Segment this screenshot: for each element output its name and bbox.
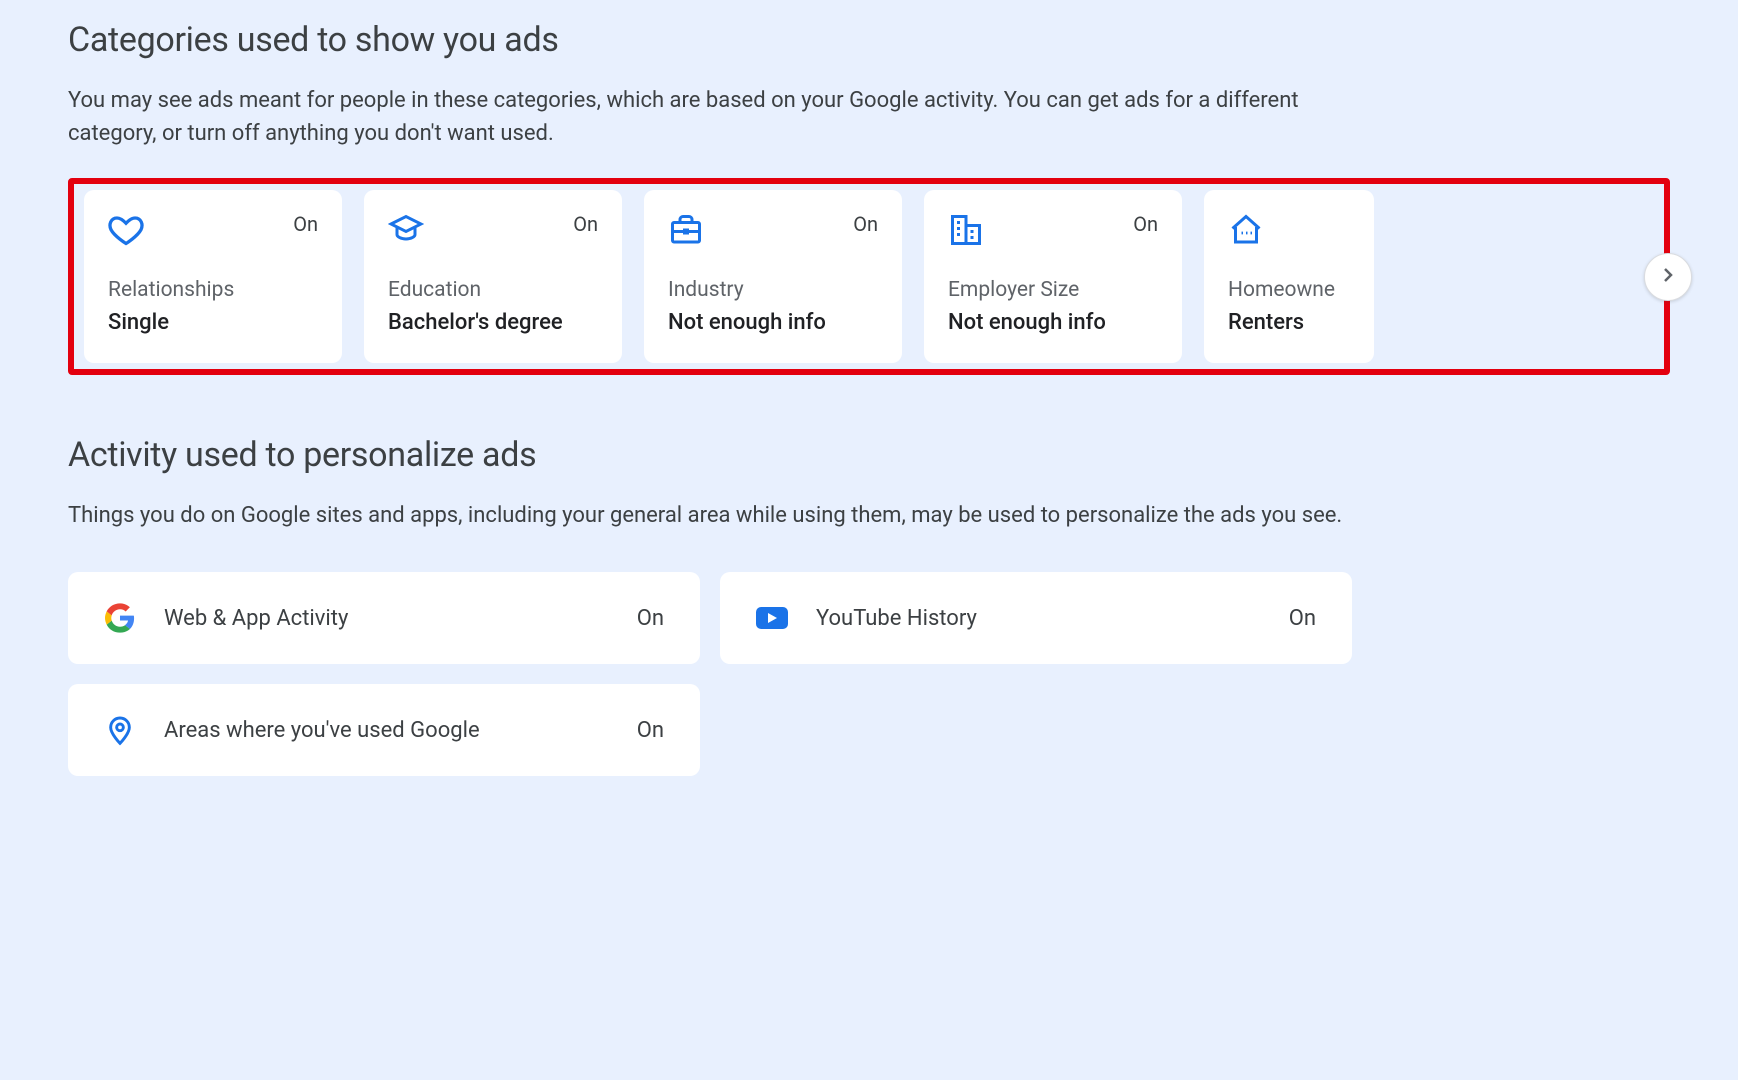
categories-section: Categories used to show you ads You may … [68, 20, 1670, 375]
card-category-label: Relationships [108, 278, 318, 302]
category-card-industry[interactable]: On Industry Not enough info [644, 190, 902, 363]
activity-card-areas[interactable]: Areas where you've used Google On [68, 684, 700, 776]
activity-label: YouTube History [816, 606, 1289, 631]
activity-card-youtube[interactable]: YouTube History On [720, 572, 1352, 664]
categories-highlight-box: On Relationships Single On Education Bac… [68, 178, 1670, 375]
activity-status: On [1289, 606, 1316, 631]
status-label: On [1133, 212, 1158, 236]
card-category-value: Renters [1228, 310, 1350, 335]
category-card-education[interactable]: On Education Bachelor's degree [364, 190, 622, 363]
card-category-label: Employer Size [948, 278, 1158, 302]
category-card-relationships[interactable]: On Relationships Single [84, 190, 342, 363]
card-category-value: Not enough info [668, 310, 878, 335]
activity-label: Web & App Activity [164, 606, 637, 631]
categories-description: You may see ads meant for people in thes… [68, 84, 1348, 150]
buildings-icon [948, 212, 984, 248]
house-icon [1228, 212, 1264, 248]
category-card-employer-size[interactable]: On Employer Size Not enough info [924, 190, 1182, 363]
card-top: On [388, 212, 598, 248]
status-label: On [293, 212, 318, 236]
briefcase-icon [668, 212, 704, 248]
card-category-value: Bachelor's degree [388, 310, 598, 335]
card-category-label: Education [388, 278, 598, 302]
card-category-label: Homeowne [1228, 278, 1350, 302]
activity-grid: Web & App Activity On YouTube History On… [68, 572, 1670, 776]
activity-section: Activity used to personalize ads Things … [68, 435, 1670, 776]
activity-description: Things you do on Google sites and apps, … [68, 499, 1348, 532]
status-label: On [853, 212, 878, 236]
categories-title: Categories used to show you ads [68, 20, 1670, 60]
card-top [1228, 212, 1350, 248]
activity-status: On [637, 606, 664, 631]
youtube-icon [756, 602, 788, 634]
scroll-right-button[interactable] [1644, 253, 1692, 301]
card-category-value: Single [108, 310, 318, 335]
card-top: On [108, 212, 318, 248]
status-label: On [573, 212, 598, 236]
categories-cards-row: On Relationships Single On Education Bac… [84, 190, 1664, 363]
card-top: On [948, 212, 1158, 248]
chevron-right-icon [1656, 263, 1680, 290]
category-card-homeownership[interactable]: Homeowne Renters [1204, 190, 1374, 363]
activity-status: On [637, 718, 664, 743]
google-icon [104, 602, 136, 634]
heart-icon [108, 212, 144, 248]
activity-card-web-app[interactable]: Web & App Activity On [68, 572, 700, 664]
card-category-value: Not enough info [948, 310, 1158, 335]
card-top: On [668, 212, 878, 248]
graduation-icon [388, 212, 424, 248]
card-category-label: Industry [668, 278, 878, 302]
location-icon [104, 714, 136, 746]
activity-title: Activity used to personalize ads [68, 435, 1670, 475]
activity-label: Areas where you've used Google [164, 718, 637, 743]
